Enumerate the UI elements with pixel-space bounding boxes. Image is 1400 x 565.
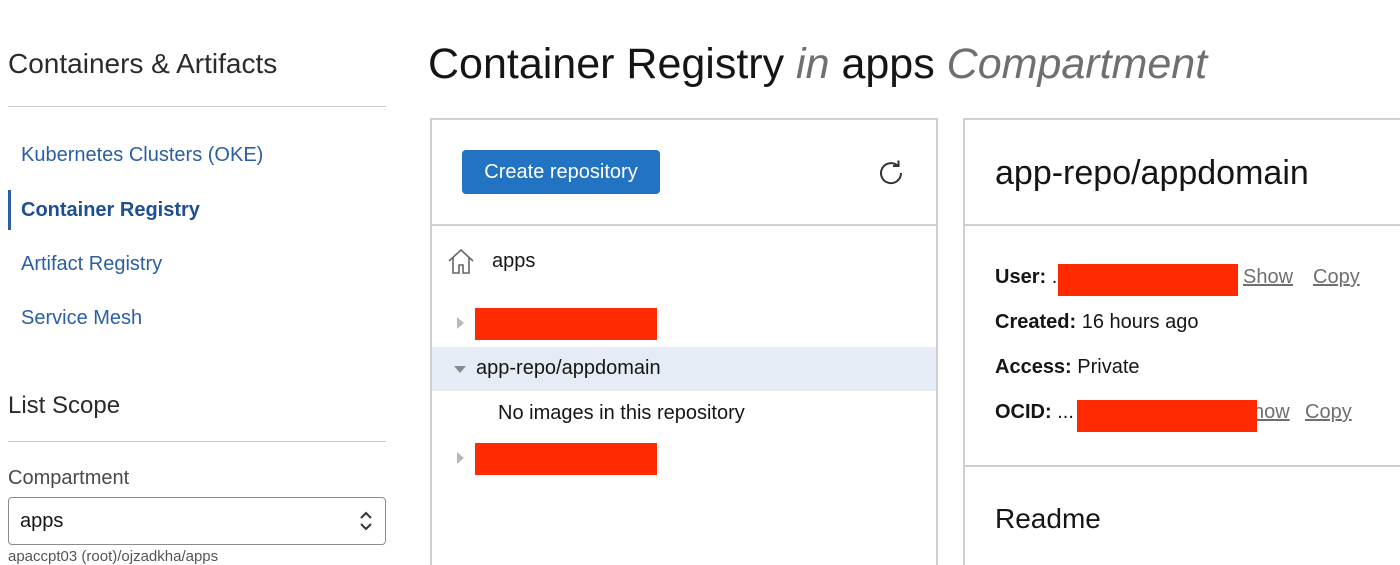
show-ocid-link[interactable]: how — [1253, 401, 1290, 424]
redacted-block — [475, 308, 657, 340]
tree-item-redacted[interactable] — [432, 302, 936, 346]
empty-repository-message: No images in this repository — [498, 402, 745, 424]
sidebar-item-artifact-registry[interactable]: Artifact Registry — [8, 244, 386, 284]
created-label: Created: — [995, 311, 1077, 333]
page-title-compartment-name: apps — [841, 40, 935, 88]
user-row: User: . — [995, 266, 1057, 296]
compartment-label: Compartment — [8, 467, 130, 489]
page-title: Container Registry in apps Compartment — [428, 40, 1207, 89]
compartment-select-value: apps — [20, 509, 64, 532]
detail-divider — [965, 465, 1400, 467]
sidebar-item-kubernetes-clusters[interactable]: Kubernetes Clusters (OKE) — [8, 135, 386, 175]
copy-user-link[interactable]: Copy — [1313, 266, 1360, 289]
home-icon — [448, 248, 474, 274]
tree-root-label: apps — [492, 250, 536, 272]
list-scope-title: List Scope — [8, 392, 121, 419]
repository-detail-panel: app-repo/appdomain User: . Show Copy Cre… — [963, 118, 1400, 565]
ocid-prefix: ... — [1057, 401, 1074, 423]
sidebar-title: Containers & Artifacts — [8, 48, 278, 79]
created-row: Created: 16 hours ago — [995, 311, 1198, 341]
page-title-compartment-word: Compartment — [934, 40, 1208, 88]
caret-right-icon[interactable] — [457, 317, 464, 329]
compartment-path: apaccpt03 (root)/ojzadkha/apps — [8, 548, 219, 565]
access-row: Access: Private — [995, 356, 1140, 386]
repository-toolbar: Create repository — [432, 120, 936, 226]
redacted-block — [1058, 264, 1238, 296]
tree-empty-message: No images in this repository — [432, 392, 936, 436]
page-title-in: in — [784, 40, 842, 88]
ocid-row: OCID: ... — [995, 401, 1074, 431]
tree-item-redacted[interactable] — [432, 437, 936, 481]
tree-item-label: app-repo/appdomain — [476, 357, 661, 379]
access-label: Access: — [995, 356, 1072, 378]
detail-header: app-repo/appdomain — [965, 120, 1400, 226]
copy-ocid-link[interactable]: Copy — [1305, 401, 1352, 424]
sidebar-divider — [8, 106, 386, 107]
create-repository-button[interactable]: Create repository — [462, 150, 660, 194]
ocid-label: OCID: — [995, 401, 1052, 423]
caret-right-icon[interactable] — [457, 452, 464, 464]
tree-root-compartment[interactable]: apps — [432, 240, 936, 284]
refresh-icon[interactable] — [876, 158, 906, 188]
page-title-service: Container Registry — [428, 40, 785, 88]
sidebar-item-container-registry[interactable]: Container Registry — [8, 190, 386, 230]
readme-title: Readme — [995, 503, 1101, 534]
sidebar: Containers & Artifacts Kubernetes Cluste… — [0, 0, 395, 565]
created-value: 16 hours ago — [1081, 311, 1199, 333]
user-label: User: — [995, 266, 1047, 288]
tree-item-selected-repository[interactable]: app-repo/appdomain — [432, 347, 936, 391]
sidebar-divider — [8, 441, 386, 442]
redacted-block — [1077, 400, 1257, 432]
repository-tree-panel: Create repository apps app-repo/appdomai… — [430, 118, 938, 565]
sidebar-item-service-mesh[interactable]: Service Mesh — [8, 298, 386, 338]
show-user-link[interactable]: Show — [1243, 266, 1293, 289]
caret-down-icon[interactable] — [454, 366, 466, 373]
repository-title: app-repo/appdomain — [995, 154, 1309, 192]
chevron-up-down-icon — [360, 511, 372, 531]
access-value: Private — [1077, 356, 1140, 378]
compartment-select[interactable]: apps — [8, 497, 386, 545]
user-prefix: . — [1051, 266, 1058, 288]
redacted-block — [475, 443, 657, 475]
